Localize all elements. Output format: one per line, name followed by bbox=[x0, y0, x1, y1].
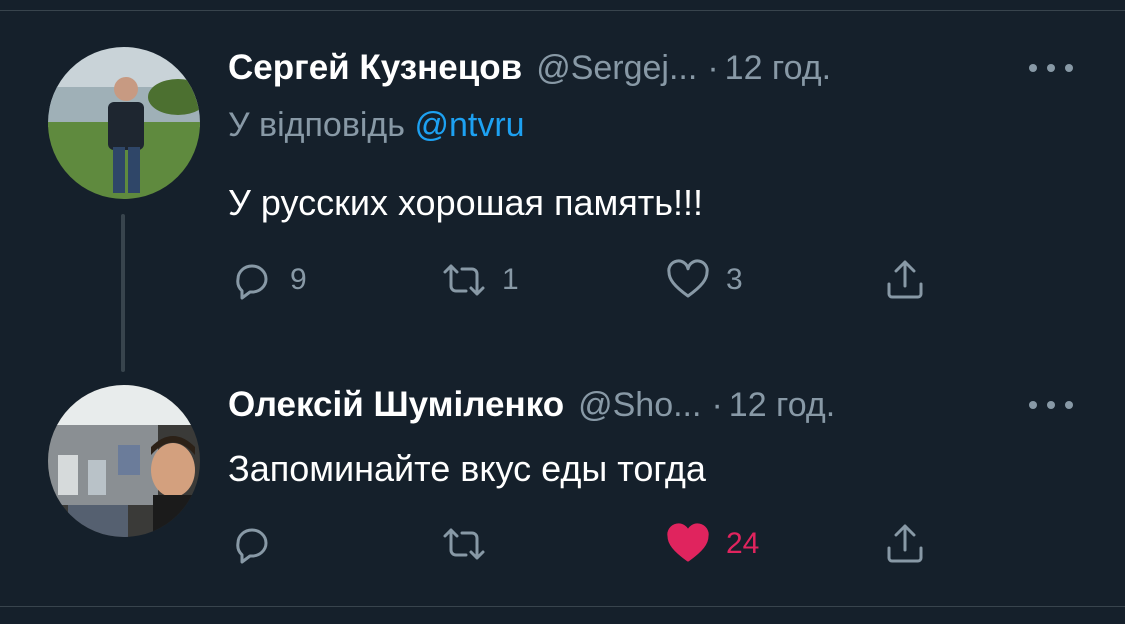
like-button[interactable]: 3 bbox=[664, 255, 743, 305]
avatar-photo bbox=[48, 385, 200, 537]
share-icon bbox=[887, 524, 923, 563]
retweet-icon bbox=[443, 264, 485, 296]
tweet[interactable]: Сергей Кузнецов @Sergej... · 12 год. У в… bbox=[0, 0, 1125, 370]
avatar[interactable] bbox=[48, 385, 200, 537]
more-icon[interactable] bbox=[1029, 58, 1073, 78]
bottom-divider bbox=[0, 606, 1125, 607]
reply-count: 9 bbox=[290, 263, 307, 296]
tweet-text: У русских хорошая память!!! bbox=[228, 182, 704, 223]
timestamp[interactable]: 12 год. bbox=[729, 386, 835, 425]
reply-icon bbox=[236, 528, 268, 564]
action-bar: 9 1 3 bbox=[228, 255, 948, 305]
share-icon bbox=[887, 260, 923, 299]
tweet-header: Олексій Шуміленко @Sho... · 12 год. bbox=[228, 383, 835, 427]
share-button[interactable] bbox=[881, 255, 929, 305]
separator: · bbox=[711, 385, 723, 424]
author-handle[interactable]: @Sergej... bbox=[536, 49, 697, 88]
like-icon bbox=[667, 259, 709, 298]
reply-icon bbox=[236, 264, 268, 300]
retweet-button[interactable]: 1 bbox=[440, 255, 519, 305]
retweet-count: 1 bbox=[502, 263, 519, 296]
timestamp[interactable]: 12 год. bbox=[725, 49, 831, 88]
tweet[interactable]: Олексій Шуміленко @Sho... · 12 год. Запо… bbox=[0, 370, 1125, 606]
retweet-button[interactable] bbox=[440, 519, 502, 569]
like-count: 3 bbox=[726, 263, 743, 296]
reply-prefix: У відповідь bbox=[228, 106, 405, 144]
reply-context: У відповідь @ntvru bbox=[228, 106, 525, 145]
tweet-text: Запоминайте вкус еды тогда bbox=[228, 448, 706, 489]
separator: · bbox=[707, 48, 719, 87]
like-icon bbox=[667, 523, 709, 562]
author-name[interactable]: Сергей Кузнецов bbox=[228, 48, 522, 88]
author-name[interactable]: Олексій Шуміленко bbox=[228, 385, 564, 425]
avatar-photo bbox=[48, 47, 200, 199]
avatar[interactable] bbox=[48, 47, 200, 199]
action-bar: 24 bbox=[228, 519, 948, 569]
share-button[interactable] bbox=[881, 519, 929, 569]
tweet-header: Сергей Кузнецов @Sergej... · 12 год. bbox=[228, 46, 831, 90]
like-count: 24 bbox=[726, 527, 760, 560]
mention-link[interactable]: @ntvru bbox=[414, 106, 524, 144]
retweet-icon bbox=[443, 528, 485, 560]
author-handle[interactable]: @Sho... bbox=[578, 386, 701, 425]
more-icon[interactable] bbox=[1029, 395, 1073, 415]
reply-button[interactable] bbox=[228, 519, 290, 569]
like-button[interactable]: 24 bbox=[664, 519, 759, 569]
reply-button[interactable]: 9 bbox=[228, 255, 307, 305]
